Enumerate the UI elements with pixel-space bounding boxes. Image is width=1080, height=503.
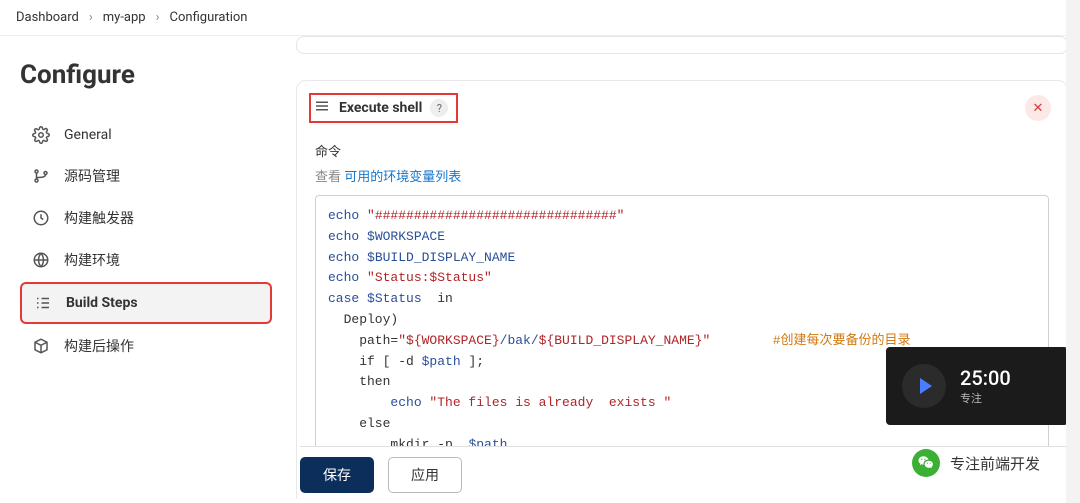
- sidebar-item-build-steps[interactable]: Build Steps: [20, 282, 272, 324]
- wechat-watermark: 专注前端开发: [912, 449, 1040, 477]
- branch-icon: [32, 167, 50, 185]
- command-field-label: 命令: [315, 141, 1049, 160]
- sidebar-item-label: 构建环境: [64, 250, 120, 270]
- clock-icon: [32, 209, 50, 227]
- sidebar-item-post-build[interactable]: 构建后操作: [20, 326, 272, 366]
- breadcrumb-item[interactable]: my-app: [103, 10, 146, 25]
- globe-icon: [32, 251, 50, 269]
- play-icon[interactable]: [902, 364, 946, 408]
- page-title: Configure: [20, 60, 272, 90]
- wechat-label: 专注前端开发: [950, 453, 1040, 474]
- save-button[interactable]: 保存: [300, 457, 374, 493]
- chevron-right-icon: ›: [156, 10, 160, 25]
- scrollbar-track[interactable]: [1066, 0, 1080, 503]
- sidebar-item-general[interactable]: General: [20, 116, 272, 154]
- env-vars-link[interactable]: 可用的环境变量列表: [344, 170, 461, 185]
- breadcrumb: Dashboard › my-app › Configuration: [0, 0, 1080, 36]
- sidebar: Configure General 源码管理 构建触发器 构建环境 Build …: [0, 36, 280, 499]
- close-icon: ✕: [1033, 101, 1044, 116]
- sidebar-item-environment[interactable]: 构建环境: [20, 240, 272, 280]
- wechat-icon: [912, 449, 940, 477]
- package-icon: [32, 337, 50, 355]
- env-vars-hint: 查看 可用的环境变量列表: [315, 166, 1049, 185]
- sidebar-item-label: General: [64, 127, 112, 143]
- build-step-title: Execute shell: [339, 100, 422, 116]
- breadcrumb-item[interactable]: Configuration: [170, 10, 248, 25]
- build-step-header: Execute shell ? ✕: [297, 81, 1067, 135]
- help-icon[interactable]: ?: [430, 99, 448, 117]
- sidebar-item-label: Build Steps: [66, 295, 138, 311]
- focus-timer-overlay[interactable]: 25:00 专注: [886, 347, 1068, 425]
- main-content: Execute shell ? ✕ 命令 查看 可用的环境变量列表 echo "…: [280, 36, 1080, 499]
- sidebar-item-scm[interactable]: 源码管理: [20, 156, 272, 196]
- timer-label: 专注: [960, 390, 1011, 406]
- remove-step-button[interactable]: ✕: [1025, 95, 1051, 121]
- timer-value: 25:00: [960, 366, 1011, 390]
- sidebar-item-triggers[interactable]: 构建触发器: [20, 198, 272, 238]
- apply-button[interactable]: 应用: [388, 457, 462, 493]
- sidebar-item-label: 构建后操作: [64, 336, 134, 356]
- sidebar-item-label: 源码管理: [64, 166, 120, 186]
- drag-handle-icon[interactable]: [313, 97, 331, 119]
- previous-card-clipped: [296, 36, 1068, 54]
- sidebar-item-label: 构建触发器: [64, 208, 134, 228]
- steps-icon: [34, 294, 52, 312]
- build-step-card: Execute shell ? ✕ 命令 查看 可用的环境变量列表 echo "…: [296, 80, 1068, 499]
- gear-icon: [32, 126, 50, 144]
- breadcrumb-item[interactable]: Dashboard: [16, 10, 79, 25]
- chevron-right-icon: ›: [89, 10, 93, 25]
